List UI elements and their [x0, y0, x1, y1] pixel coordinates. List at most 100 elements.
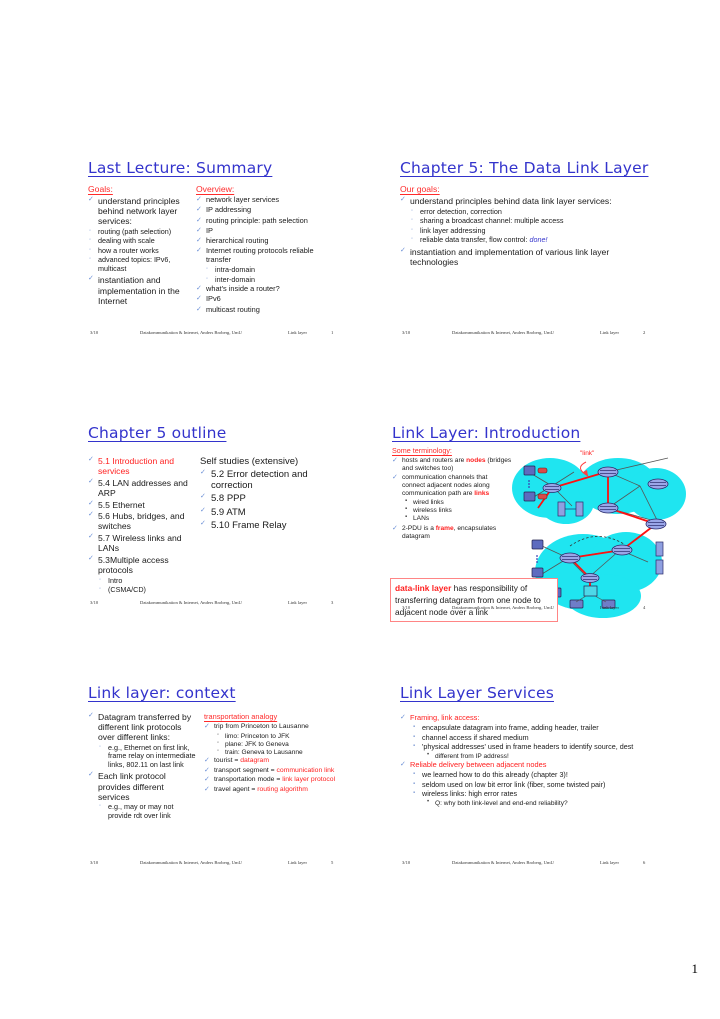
check-icon: ✓ [204, 776, 210, 784]
outline-self-studies-column: Self studies (extensive) ✓ 5.2 Error dete… [200, 456, 350, 533]
list-item: ▪ wireless links: high error rates [413, 789, 518, 799]
circle-bullet-icon: ◦ [217, 748, 220, 755]
footer-course: Datakommunikation & Internet, Anders Bro… [452, 605, 554, 610]
list-item: ✓ Framing, link access: [400, 713, 480, 723]
square-bullet-icon: ▪ [405, 514, 408, 521]
terminology-list: ✓ hosts and routers are nodes (bridges an… [392, 457, 512, 541]
footer-left: 3/10 [402, 860, 411, 865]
square-bullet-icon: ▪ [413, 780, 416, 787]
check-icon: ✓ [200, 506, 206, 514]
goals-list: ✓ understand principles behind data link … [400, 196, 635, 267]
overview-heading: Overview: [196, 184, 235, 195]
slide-title: Link Layer: Introduction [392, 424, 581, 442]
slide-title: Chapter 5: The Data Link Layer [400, 159, 649, 177]
list-item: ◦ intra-domain [206, 265, 255, 275]
list-item: ◦ routing (path selection) [89, 226, 172, 236]
emphasis-done: done! [529, 235, 548, 245]
check-icon: ✓ [196, 206, 202, 214]
list-item: ✓ Internet routing protocols reliable tra… [196, 246, 314, 264]
analogy-heading: transportation analogy [204, 712, 278, 722]
emphasis-nodes: nodes [466, 457, 486, 465]
check-icon: ✓ [196, 247, 202, 255]
list-item: ▪ wireless links [405, 506, 452, 515]
circle-bullet-icon: ◦ [217, 731, 220, 738]
emphasis-routing-algorithm: routing algorithm [257, 785, 308, 793]
list-item: ▪ wired links [405, 497, 444, 506]
footer-left: 3/10 [402, 330, 411, 335]
list-item: ▪ LANs [405, 514, 430, 523]
footer-section: Link layer [288, 600, 308, 605]
list-item: • Q: why both link-level and end-end reli… [427, 798, 568, 807]
footer-course: Datakommunikation & Internet, Anders Bro… [452, 860, 554, 865]
list-item: ✓ understand principles behind network la… [88, 196, 180, 227]
footer-left: 3/10 [402, 605, 411, 610]
check-icon: ✓ [88, 511, 94, 519]
square-bullet-icon: ▪ [413, 743, 416, 750]
check-icon: ✓ [204, 766, 210, 774]
self-studies-list: ✓ 5.2 Error detection and correction ✓ 5.8… [200, 469, 350, 531]
square-bullet-icon: ▪ [413, 724, 416, 731]
list-item: ◦ dealing with scale [89, 236, 155, 246]
circle-bullet-icon: ◦ [411, 226, 414, 233]
check-icon: ✓ [200, 469, 206, 477]
list-item: ✓ transportation mode = link layer protoc… [204, 776, 336, 784]
check-icon: ✓ [204, 723, 210, 731]
circle-bullet-icon: ◦ [89, 256, 92, 263]
list-item: ▪ channel access if shared medium [413, 732, 529, 742]
list-item: ◦ Intro [99, 575, 123, 585]
our-goals-heading: Our goals: [400, 184, 440, 195]
context-left-column: ✓ Datagram transferred by different link … [88, 712, 196, 821]
circle-bullet-icon: ◦ [217, 739, 220, 746]
slide-title: Link Layer Services [400, 684, 554, 702]
list-item: ▪ seldom used on low bit error link (fibe… [413, 779, 606, 789]
list-item: ✓ multicast routing [196, 304, 260, 314]
outline-covered-list: ✓ 5.1 Introduction and services ✓ 5.4 LAN … [88, 456, 192, 595]
list-item: ▪'physical addresses' used in frame head… [413, 742, 634, 752]
footer-course: Datakommunikation & Internet, Anders Bro… [140, 860, 242, 865]
check-icon: ✓ [196, 305, 202, 313]
list-item: ✓ 5.10 Frame Relay [200, 519, 287, 531]
footer-left: 3/10 [90, 860, 99, 865]
list-item: ✓ 5.6 Hubs, bridges, and switches [88, 511, 185, 532]
goals-list: ✓ understand principles behind network la… [88, 196, 192, 306]
list-item: ✓ instantiation and implementation in the… [88, 275, 180, 306]
list-item: ✓ IP addressing [196, 205, 252, 215]
list-item: ✓ hierarchical routing [196, 235, 269, 245]
list-item: ✓ 5.9 ATM [200, 506, 246, 518]
list-item: ✓ 2-PDU is a frame, encapsulates datagram [392, 525, 497, 540]
check-icon: ✓ [196, 216, 202, 224]
circle-bullet-icon: ◦ [206, 266, 209, 273]
terminology-heading: Some terminology: [392, 446, 452, 456]
list-item: ◦ how a router works [89, 245, 159, 255]
check-icon: ✓ [88, 533, 94, 541]
square-bullet-icon: ▪ [413, 771, 416, 778]
list-item: ✓ tourist = datagram [204, 757, 269, 765]
check-icon: ✓ [400, 196, 406, 204]
list-item: ✓ routing principle: path selection [196, 215, 308, 225]
slide-title: Chapter 5 outline [88, 424, 227, 442]
circle-bullet-icon: ◦ [89, 237, 92, 244]
list-item: ◦ sharing a broadcast channel: multiple a… [411, 216, 564, 226]
check-icon: ✓ [88, 499, 94, 507]
list-item: ✓ instantiation and implementation of var… [400, 246, 610, 267]
list-item: ◦ advanced topics: IPv6, multicast [89, 255, 171, 273]
square-bullet-icon: ▪ [405, 506, 408, 513]
circle-bullet-icon: ◦ [99, 586, 102, 593]
footer-course: Datakommunikation & Internet, Anders Bro… [452, 330, 554, 335]
footer-slide-number: 2 [643, 330, 646, 335]
circle-bullet-icon: ◦ [411, 236, 414, 243]
list-item: ✓ IP [196, 225, 213, 235]
slide-last-lecture-summary: Last Lecture: Summary Goals: ✓ understand… [88, 159, 358, 335]
analogy-list: ✓ trip from Princeton to Lausanne ◦ limo: … [204, 723, 336, 794]
bullet-icon: • [427, 751, 430, 758]
list-item: ✓ 5.5 Ethernet [88, 499, 145, 510]
square-bullet-icon: ▪ [405, 497, 408, 504]
list-item: ▪ encapsulate datagram into frame, adding… [413, 723, 599, 733]
check-icon: ✓ [204, 757, 210, 765]
check-icon: ✓ [196, 295, 202, 303]
list-item: ✓ network layer services [196, 195, 280, 205]
list-item: ◦ link layer addressing [411, 225, 486, 235]
page-number: 1 [691, 961, 699, 976]
slide-title: Link layer: context [88, 684, 236, 702]
emphasis-communication-link: communication link [276, 766, 335, 774]
